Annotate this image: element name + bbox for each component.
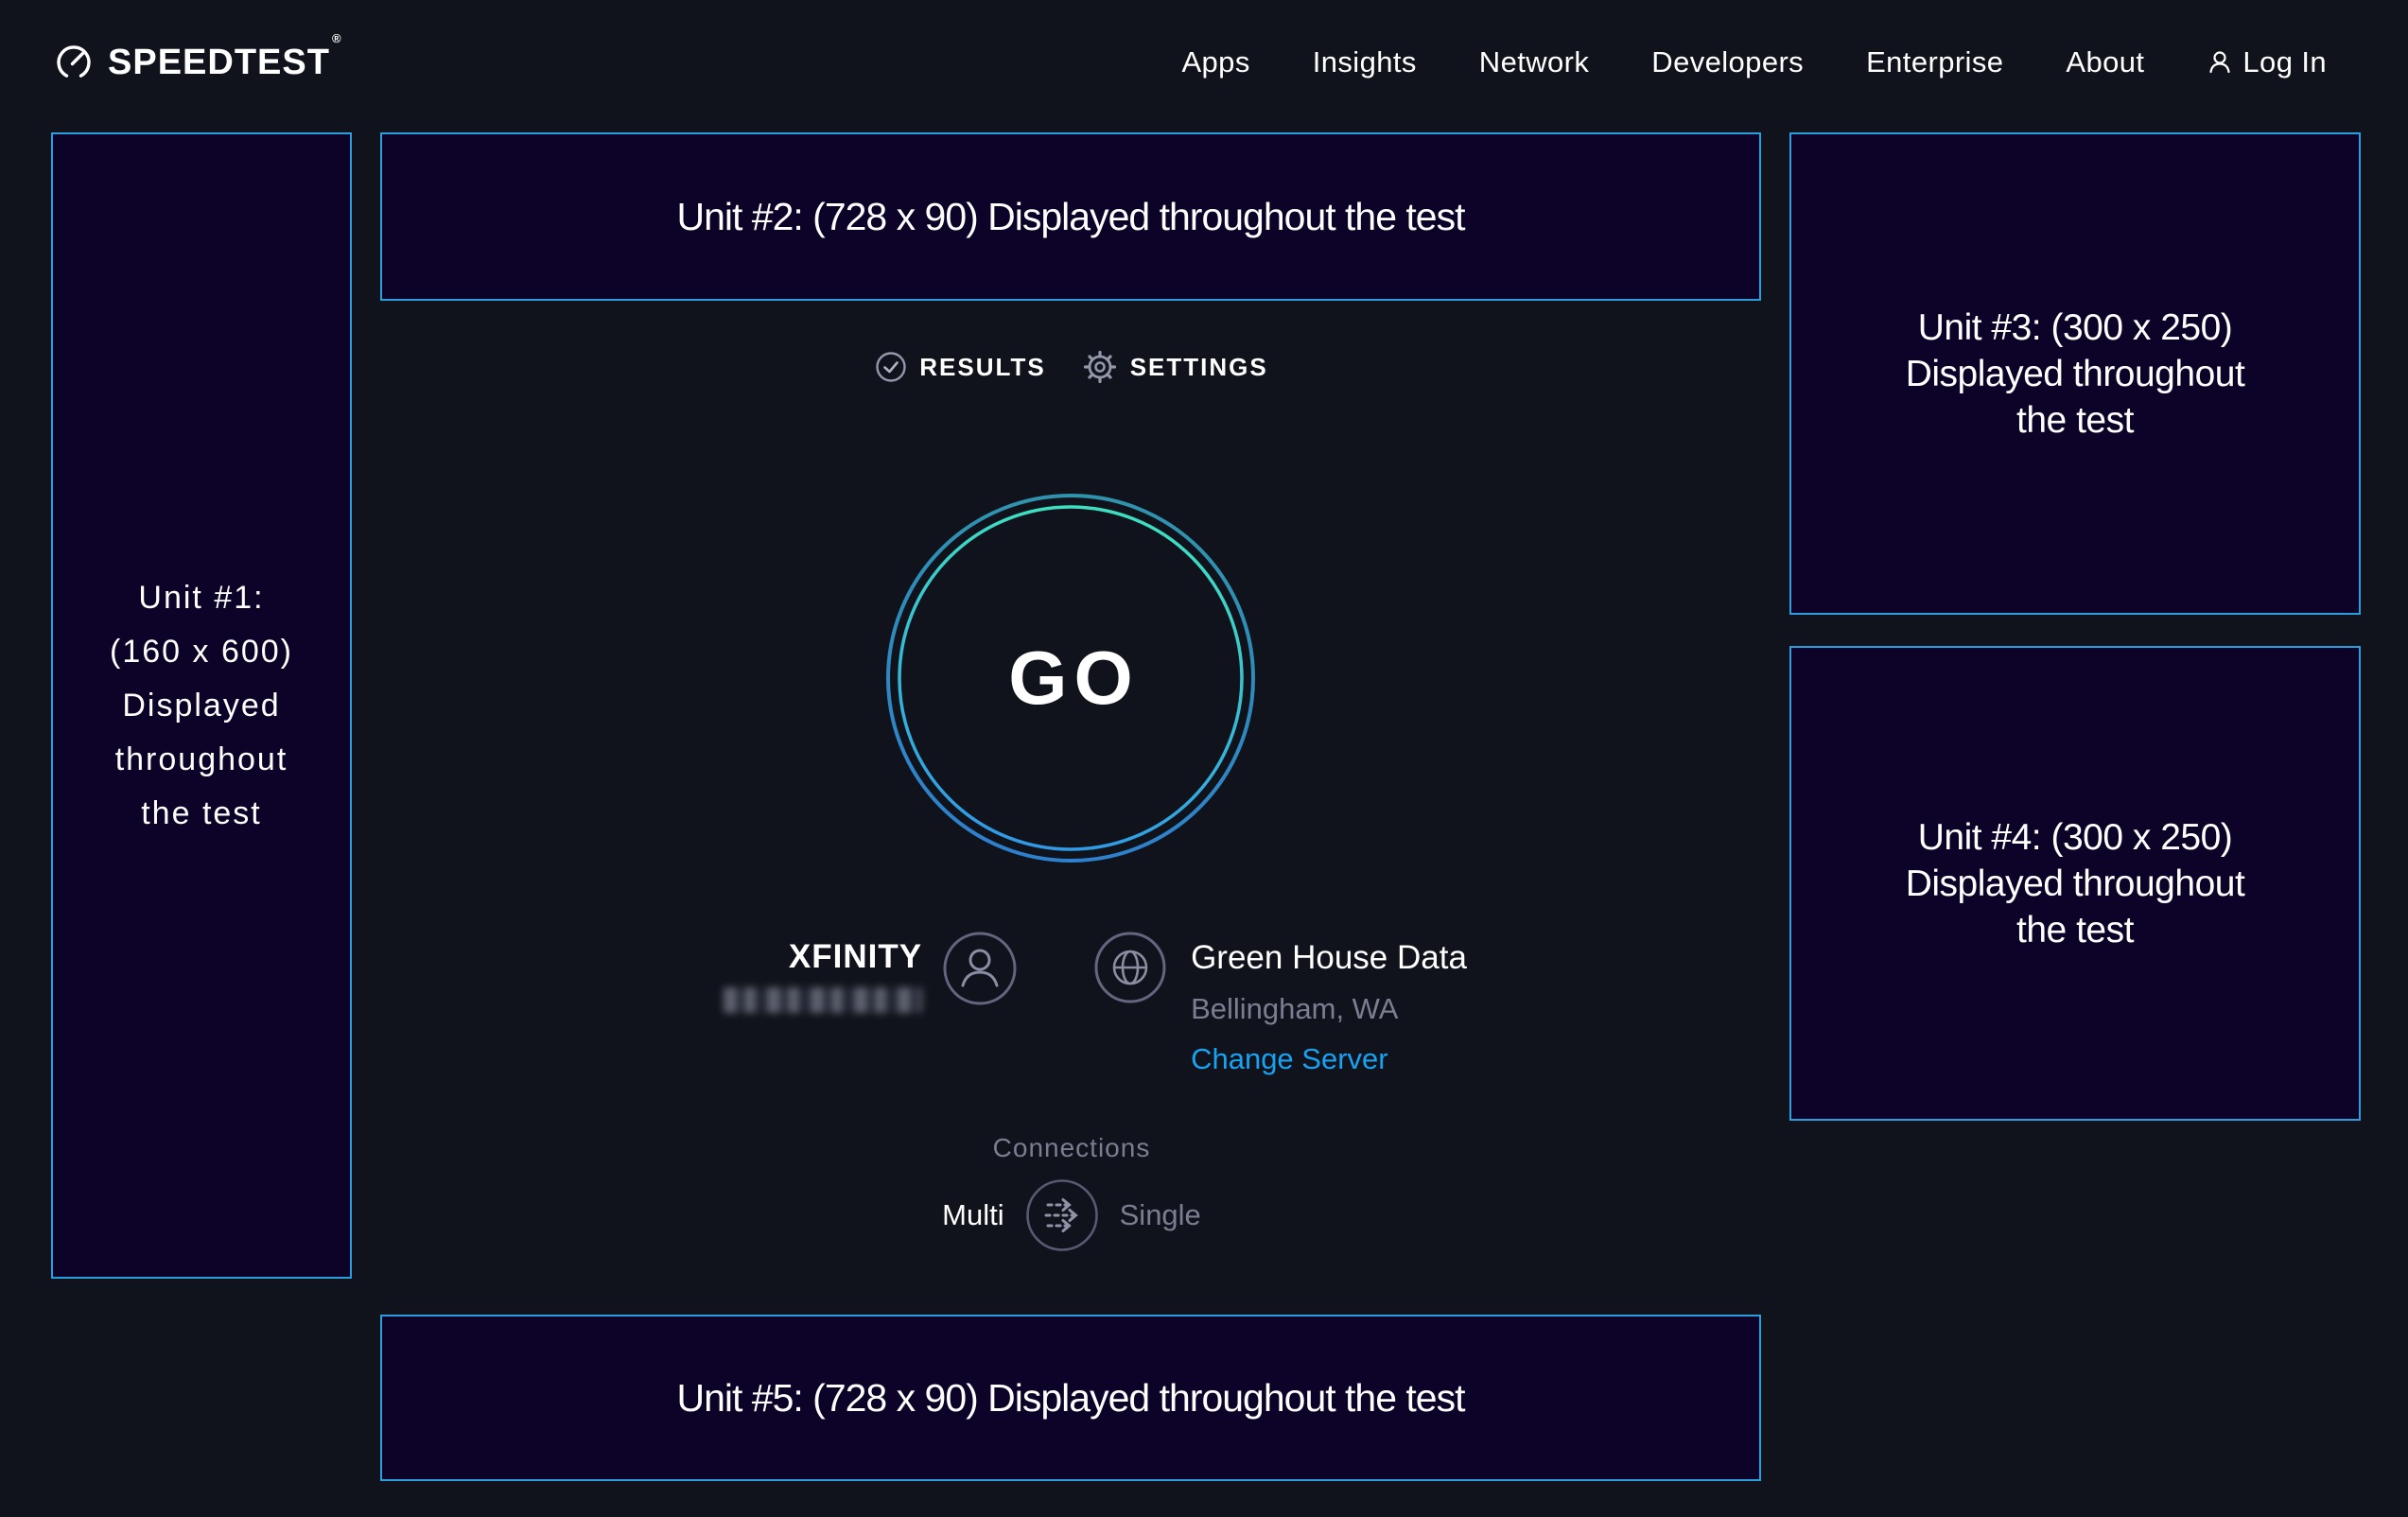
- multi-connection-arrows-icon[interactable]: [1025, 1178, 1099, 1252]
- nav-item-network[interactable]: Network: [1479, 45, 1590, 79]
- server-location: Bellingham, WA: [1191, 992, 1467, 1026]
- nav-item-enterprise[interactable]: Enterprise: [1866, 45, 2003, 79]
- go-button[interactable]: GO: [881, 489, 1260, 867]
- isp-user-icon[interactable]: [943, 932, 1017, 1005]
- connections-single-option[interactable]: Single: [1120, 1198, 1201, 1232]
- settings-label: SETTINGS: [1130, 353, 1268, 382]
- speedtest-logo[interactable]: SPEEDTEST®: [53, 42, 340, 83]
- speedometer-gauge-icon: [53, 42, 95, 83]
- isp-block: XFINITY: [724, 938, 922, 1013]
- ad-unit-5-leaderboard[interactable]: Unit #5: (728 x 90) Displayed throughout…: [380, 1315, 1761, 1481]
- ad-unit-1-skyscraper[interactable]: Unit #1: (160 x 600) Displayed throughou…: [51, 132, 352, 1279]
- check-circle-icon: [875, 351, 907, 383]
- nav-menu: Apps Insights Network Developers Enterpr…: [1181, 45, 2144, 79]
- tab-results[interactable]: RESULTS: [875, 351, 1045, 383]
- connections-toggle-row: Multi Single: [353, 1177, 1790, 1253]
- go-label: GO: [881, 489, 1260, 867]
- connection-info-row: XFINITY Green House Data Bellingham, WA …: [353, 922, 1790, 1092]
- logo-wordmark: SPEEDTEST®: [108, 43, 340, 83]
- results-label: RESULTS: [919, 353, 1045, 382]
- nav-item-insights[interactable]: Insights: [1313, 45, 1417, 79]
- speedtest-page: SPEEDTEST® Apps Insights Network Develop…: [0, 0, 2408, 1517]
- nav-item-about[interactable]: About: [2066, 45, 2144, 79]
- server-name: Green House Data: [1191, 939, 1467, 977]
- connections-multi-option[interactable]: Multi: [942, 1198, 1003, 1232]
- login-button[interactable]: Log In: [2207, 45, 2327, 79]
- nav-item-developers[interactable]: Developers: [1651, 45, 1804, 79]
- tab-settings[interactable]: SETTINGS: [1082, 349, 1268, 385]
- top-nav: SPEEDTEST® Apps Insights Network Develop…: [0, 0, 2408, 125]
- user-icon: [2207, 49, 2233, 76]
- server-globe-icon[interactable]: [1094, 932, 1166, 1003]
- connections-label: Connections: [353, 1133, 1790, 1163]
- change-server-link[interactable]: Change Server: [1191, 1042, 1467, 1076]
- ad-unit-4-rectangle[interactable]: Unit #4: (300 x 250) Displayed throughou…: [1789, 646, 2361, 1121]
- nav-item-apps[interactable]: Apps: [1181, 45, 1249, 79]
- server-block: Green House Data Bellingham, WA Change S…: [1191, 939, 1467, 1076]
- ad-unit-2-leaderboard[interactable]: Unit #2: (728 x 90) Displayed throughout…: [380, 132, 1761, 301]
- ad-unit-3-rectangle[interactable]: Unit #3: (300 x 250) Displayed throughou…: [1789, 132, 2361, 615]
- login-label: Log In: [2242, 45, 2327, 79]
- trademark-symbol: ®: [332, 31, 342, 45]
- gear-icon: [1082, 349, 1118, 385]
- isp-name: XFINITY: [789, 938, 922, 976]
- results-settings-tabs: RESULTS SETTINGS: [353, 339, 1790, 395]
- isp-ip-redacted: [724, 987, 922, 1013]
